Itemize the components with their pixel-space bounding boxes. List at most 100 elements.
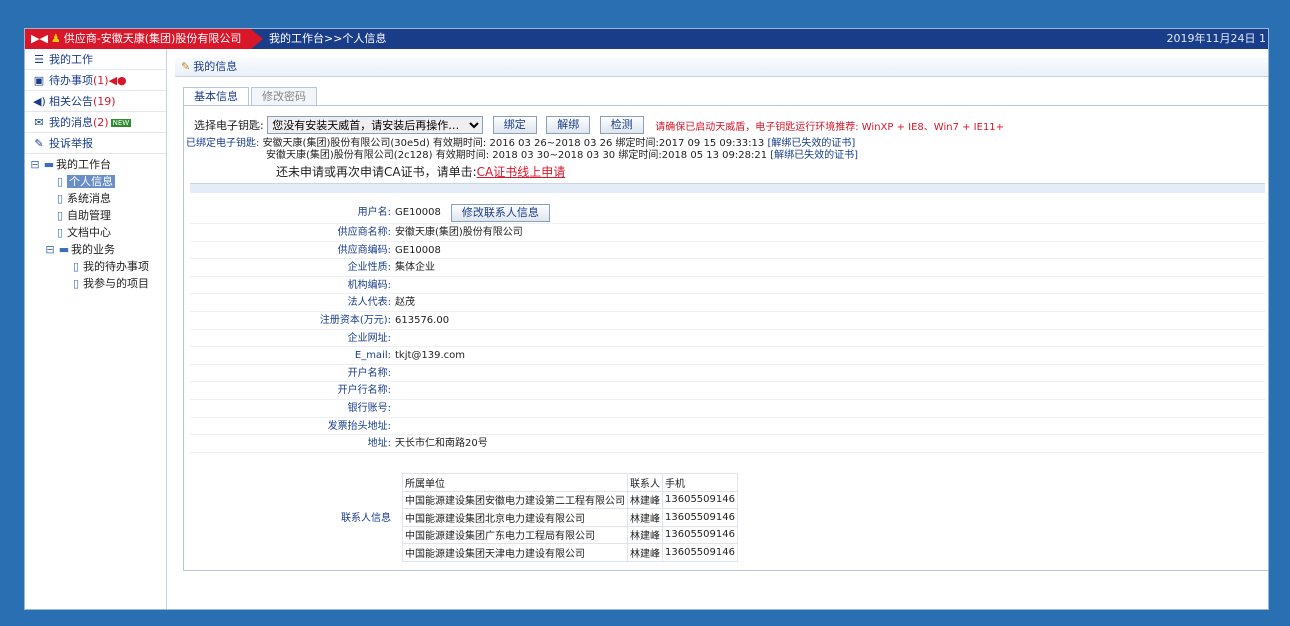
contacts-label: 联系人信息 bbox=[341, 513, 391, 524]
sidebar-item-my-work[interactable]: ☰ 我的工作 bbox=[25, 49, 166, 70]
field-label: 企业性质: bbox=[347, 262, 391, 274]
ca-apply-link[interactable]: CA证书线上申请 bbox=[477, 165, 566, 179]
row-account: 用户名: GE10008 修改联系人信息 bbox=[190, 202, 1265, 224]
section-divider bbox=[190, 183, 1265, 193]
breadcrumb[interactable]: 我的工作台>>个人信息 bbox=[269, 29, 386, 49]
capital-value: 613576.00 bbox=[395, 314, 450, 326]
field-label: 供应商编码: bbox=[337, 244, 391, 256]
todo-count: (1) bbox=[93, 74, 109, 87]
edit-icon: ✎ bbox=[181, 60, 191, 73]
field-label: 用户名: bbox=[357, 207, 391, 218]
row-capital: 注册资本(万元): 613576.00 bbox=[190, 312, 1265, 330]
row-org-code: 机构编码: bbox=[190, 277, 1265, 295]
supplier-name: 供应商-安徽天康(集团)股份有限公司 bbox=[63, 32, 242, 45]
top-bar: ▶◀ ♟ 供应商-安徽天康(集团)股份有限公司 我的工作台>>个人信息 2019年1… bbox=[25, 29, 1268, 49]
field-label: 注册资本(万元): bbox=[319, 314, 391, 326]
app-window: ▶◀ ♟ 供应商-安徽天康(集团)股份有限公司 我的工作台>>个人信息 2019年1… bbox=[24, 28, 1269, 610]
supplier-name-value: 安徽天康(集团)股份有限公司 bbox=[395, 227, 523, 238]
table-cell: 13605509146 bbox=[662, 490, 738, 509]
bind-button[interactable]: 绑定 bbox=[492, 116, 537, 134]
message-count: (2) bbox=[93, 116, 109, 129]
cert-select[interactable]: 您没有安装天威首，请安装后再操作… bbox=[267, 116, 484, 134]
sidebar-item-complaint[interactable]: ✎ 投诉举报 bbox=[25, 133, 166, 154]
bound-cert-2: 安徽天康(集团)股份有限公司(2c128) 有效期时间: 2018 03 30~… bbox=[266, 150, 768, 161]
work-icon: ☰ bbox=[34, 53, 44, 66]
page-title: 我的信息 bbox=[193, 60, 238, 73]
cert-row: 选择电子钥匙: 您没有安装天威首，请安装后再操作… 绑定 解绑 检测 请确保已启… bbox=[194, 116, 1004, 134]
row-address: 地址: 天长市仁和南路20号 bbox=[190, 435, 1265, 453]
table-cell: 林建峰 bbox=[627, 525, 663, 544]
tree-item-system-messages[interactable]: ▯ 系统消息 bbox=[25, 190, 166, 207]
supplier-code-value: GE10008 bbox=[395, 244, 441, 256]
bound-label: 已绑定电子钥匙: bbox=[186, 138, 260, 149]
table-row: 中国能源建设集团安徽电力建设第二工程有限公司 林建峰 13605509146 bbox=[402, 490, 738, 509]
field-label: 开户名称: bbox=[347, 367, 391, 379]
row-account-no: 银行账号: bbox=[190, 400, 1265, 418]
tab-change-password[interactable]: 修改密码 bbox=[251, 87, 317, 105]
contacts-section: 联系人信息 所属单位 联系人 手机 中国能源建设集团安徽电力建设第二工程有限公司… bbox=[190, 473, 1265, 562]
account-value: GE10008 bbox=[395, 207, 441, 218]
collapse-icon[interactable]: ⊟ bbox=[28, 156, 42, 173]
tree-item-personal-info[interactable]: ▯ 个人信息 bbox=[25, 173, 166, 190]
inbox-icon: ▣ bbox=[33, 74, 45, 87]
basic-info-form: 用户名: GE10008 修改联系人信息 供应商名称: 安徽天康(集团)股份有限公司 … bbox=[190, 202, 1265, 453]
unbind-expired-link-2[interactable]: [解绑已失效的证书] bbox=[770, 150, 858, 161]
field-label: 供应商名称: bbox=[337, 227, 391, 238]
tree-item-self-service[interactable]: ▯ 自助管理 bbox=[25, 207, 166, 224]
folder-icon: ▬ bbox=[58, 243, 70, 256]
sidebar-item-notices[interactable]: ◀) 相关公告(19) bbox=[25, 91, 166, 112]
env-warning: 请确保已启动天威盾，电子钥匙运行环境推荐: WinXP + IE8、Win7 +… bbox=[655, 121, 1005, 133]
tab-bar: 基本信息 修改密码 bbox=[183, 87, 319, 105]
sidebar-item-todo[interactable]: ▣ 待办事项(1)◀● bbox=[25, 70, 166, 91]
field-label: 法人代表: bbox=[347, 297, 391, 309]
table-cell: 13605509146 bbox=[662, 543, 738, 562]
page-icon: ▯ bbox=[56, 226, 64, 239]
row-legal: 法人代表: 赵茂 bbox=[190, 294, 1265, 312]
sidebar-item-messages[interactable]: ✉ 我的消息(2) NEW bbox=[25, 112, 166, 133]
tree-item-documents[interactable]: ▯ 文档中心 bbox=[25, 224, 166, 241]
row-bank-name: 开户名称: bbox=[190, 365, 1265, 383]
collapse-icon[interactable]: ⊟ bbox=[43, 241, 57, 258]
field-label: 银行账号: bbox=[347, 402, 391, 414]
alert-icon: ◀● bbox=[108, 74, 127, 87]
banner-arrow bbox=[251, 29, 263, 49]
modify-contact-button[interactable]: 修改联系人信息 bbox=[450, 204, 550, 222]
mail-icon: ✉ bbox=[34, 116, 44, 129]
complaint-icon: ✎ bbox=[34, 137, 44, 150]
folder-icon: ▬ bbox=[43, 158, 55, 171]
bound-cert-1: 安徽天康(集团)股份有限公司(30e5d) 有效期时间: 2016 03 26~… bbox=[262, 138, 765, 149]
page-title-bar: ✎ 我的信息 bbox=[175, 57, 1268, 77]
tree-root-business[interactable]: ⊟ ▬ 我的业务 bbox=[25, 241, 166, 258]
table-header-row: 所属单位 联系人 手机 bbox=[402, 473, 738, 492]
field-label: 地址: bbox=[367, 438, 391, 450]
table-row: 中国能源建设集团天津电力建设有限公司 林建峰 13605509146 bbox=[402, 543, 738, 562]
tab-basic-info[interactable]: 基本信息 bbox=[183, 87, 249, 105]
row-enterprise-type: 企业性质: 集体企业 bbox=[190, 259, 1265, 277]
current-date: 2019年11月24日 1 bbox=[1166, 32, 1266, 45]
unbind-button[interactable]: 解绑 bbox=[546, 116, 591, 134]
page-icon: ▯ bbox=[56, 192, 64, 205]
row-invoice: 发票抬头地址: bbox=[190, 418, 1265, 436]
table-cell: 林建峰 bbox=[627, 508, 663, 527]
unbind-expired-link-1[interactable]: [解绑已失效的证书] bbox=[767, 138, 855, 149]
info-panel: 选择电子钥匙: 您没有安装天威首，请安装后再操作… 绑定 解绑 检测 请确保已启… bbox=[183, 105, 1268, 571]
page-icon: ▯ bbox=[56, 209, 64, 222]
page-icon: ▯ bbox=[72, 260, 80, 273]
row-bank-branch: 开户行名称: bbox=[190, 382, 1265, 400]
enterprise-type-value: 集体企业 bbox=[395, 262, 435, 274]
tree-item-my-todos[interactable]: ▯ 我的待办事项 bbox=[25, 258, 166, 275]
ca-apply-line: 还未申请或再次申请CA证书，请单击:CA证书线上申请 bbox=[276, 163, 565, 180]
field-label: 开户行名称: bbox=[337, 385, 391, 397]
contacts-table: 所属单位 联系人 手机 中国能源建设集团安徽电力建设第二工程有限公司 林建峰 1… bbox=[402, 473, 738, 562]
tree-root-workbench[interactable]: ⊟ ▬ 我的工作台 bbox=[25, 156, 166, 173]
supplier-banner: ▶◀ ♟ 供应商-安徽天康(集团)股份有限公司 bbox=[25, 29, 251, 49]
bound-certs: 已绑定电子钥匙: 安徽天康(集团)股份有限公司(30e5d) 有效期时间: 20… bbox=[186, 138, 858, 162]
row-supplier-name: 供应商名称: 安徽天康(集团)股份有限公司 bbox=[190, 224, 1265, 242]
tree-item-my-projects[interactable]: ▯ 我参与的项目 bbox=[25, 275, 166, 292]
address-value: 天长市仁和南路20号 bbox=[395, 438, 488, 450]
row-supplier-code: 供应商编码: GE10008 bbox=[190, 242, 1265, 260]
page-icon: ▯ bbox=[56, 175, 64, 188]
table-cell: 中国能源建设集团天津电力建设有限公司 bbox=[402, 543, 628, 562]
column-header: 所属单位 bbox=[402, 473, 628, 492]
check-button[interactable]: 检测 bbox=[599, 116, 644, 134]
